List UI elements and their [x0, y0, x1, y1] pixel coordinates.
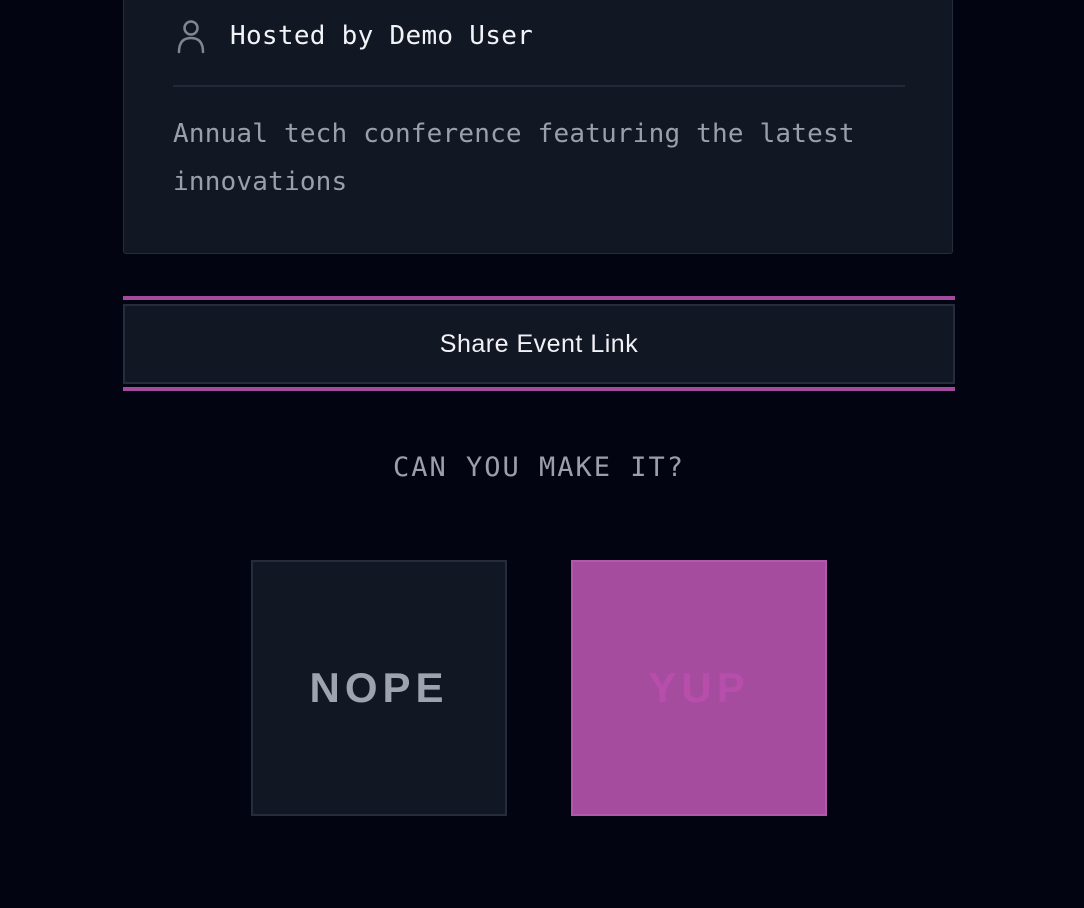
nope-button[interactable]: NOPE — [251, 560, 507, 816]
event-page: Hosted by Demo User Annual tech conferen… — [0, 0, 1084, 908]
event-description: Annual tech conference featuring the lat… — [173, 119, 855, 197]
user-icon — [174, 18, 208, 54]
event-details-card: Hosted by Demo User Annual tech conferen… — [123, 0, 953, 254]
host-name: Hosted by Demo User — [230, 21, 534, 51]
share-event-link-button[interactable]: Share Event Link — [123, 304, 955, 384]
card-divider — [173, 85, 905, 87]
host-row: Hosted by Demo User — [174, 18, 533, 54]
rsvp-question: CAN YOU MAKE IT? — [392, 452, 686, 483]
share-accent-bottom-line — [123, 387, 955, 391]
share-accent-top-line — [123, 296, 955, 300]
yup-button[interactable]: YUP — [571, 560, 827, 816]
